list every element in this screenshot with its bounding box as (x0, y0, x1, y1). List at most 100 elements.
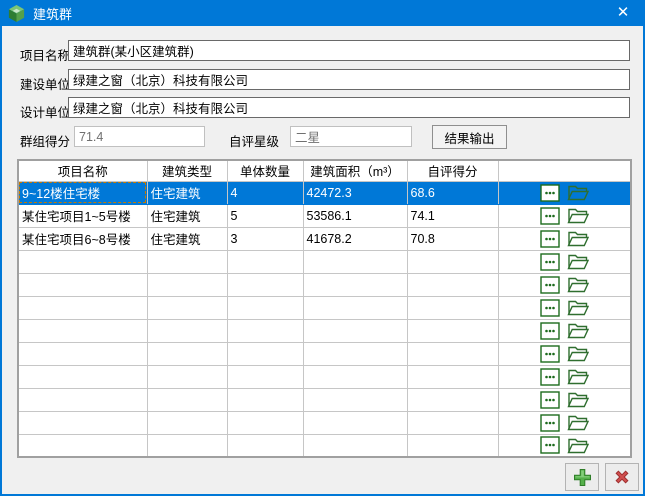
group-score-input (74, 126, 205, 147)
cell-self-score (407, 273, 498, 296)
delete-x-icon (613, 468, 631, 486)
plus-icon (573, 468, 592, 487)
folder-open-icon (567, 230, 589, 247)
row-detail-button[interactable] (540, 368, 560, 386)
cell-unit-count (227, 273, 303, 296)
export-results-button[interactable]: 结果输出 (432, 125, 507, 149)
row-detail-button[interactable] (540, 299, 560, 317)
cell-self-score: 68.6 (407, 181, 498, 204)
cell-unit-count: 5 (227, 204, 303, 227)
ellipsis-icon (540, 322, 560, 340)
row-detail-button[interactable] (540, 391, 560, 409)
table-row[interactable] (18, 342, 631, 365)
table-row[interactable] (18, 434, 631, 457)
cell-floor-area (303, 411, 407, 434)
row-open-button[interactable] (567, 368, 589, 385)
cell-floor-area (303, 342, 407, 365)
row-detail-button[interactable] (540, 414, 560, 432)
cell-unit-count (227, 250, 303, 273)
table-row[interactable]: 某住宅项目6~8号楼 住宅建筑 3 41678.2 70.8 (18, 227, 631, 250)
add-row-button[interactable] (565, 463, 599, 491)
cell-building-type (147, 388, 227, 411)
cell-building-type (147, 296, 227, 319)
row-open-button[interactable] (567, 345, 589, 362)
table-row[interactable]: 9~12楼住宅楼 住宅建筑 4 42472.3 68.6 (18, 181, 631, 204)
folder-open-icon (567, 299, 589, 316)
cell-unit-count: 4 (227, 181, 303, 204)
row-open-button[interactable] (567, 276, 589, 293)
folder-open-icon (567, 184, 589, 201)
cell-self-score: 74.1 (407, 204, 498, 227)
cell-project-name (18, 365, 147, 388)
row-detail-button[interactable] (540, 436, 560, 454)
row-open-button[interactable] (567, 322, 589, 339)
cell-building-type (147, 273, 227, 296)
folder-open-icon (567, 207, 589, 224)
cell-floor-area (303, 296, 407, 319)
table-row[interactable]: 某住宅项目1~5号楼 住宅建筑 5 53586.1 74.1 (18, 204, 631, 227)
row-open-button[interactable] (567, 414, 589, 431)
ellipsis-icon (540, 391, 560, 409)
cell-project-name: 某住宅项目6~8号楼 (18, 227, 147, 250)
ellipsis-icon (540, 253, 560, 271)
cell-self-score (407, 365, 498, 388)
cell-building-type (147, 411, 227, 434)
cell-building-type: 住宅建筑 (147, 227, 227, 250)
cell-unit-count (227, 411, 303, 434)
row-open-button[interactable] (567, 437, 589, 454)
table-header-row: 项目名称 建筑类型 单体数量 建筑面积（m³） 自评得分 (18, 160, 631, 181)
project-name-input[interactable] (68, 40, 630, 61)
cell-floor-area (303, 434, 407, 457)
cell-project-name (18, 296, 147, 319)
cell-actions (498, 227, 631, 250)
cell-building-type (147, 434, 227, 457)
folder-open-icon (567, 345, 589, 362)
row-detail-button[interactable] (540, 276, 560, 294)
close-button[interactable]: ✕ (603, 0, 643, 24)
col-header-floor-area: 建筑面积（m³） (303, 160, 407, 181)
table-row[interactable] (18, 388, 631, 411)
row-detail-button[interactable] (540, 207, 560, 225)
cell-actions (498, 273, 631, 296)
cell-building-type: 住宅建筑 (147, 181, 227, 204)
cell-floor-area: 42472.3 (303, 181, 407, 204)
cell-project-name (18, 250, 147, 273)
cell-project-name: 9~12楼住宅楼 (18, 181, 147, 204)
row-open-button[interactable] (567, 253, 589, 270)
cell-floor-area (303, 273, 407, 296)
row-detail-button[interactable] (540, 322, 560, 340)
row-open-button[interactable] (567, 230, 589, 247)
group-score-label: 群组得分 (20, 131, 70, 150)
cell-project-name (18, 273, 147, 296)
cell-actions (498, 411, 631, 434)
row-detail-button[interactable] (540, 253, 560, 271)
table-row[interactable] (18, 365, 631, 388)
window-title: 建筑群 (33, 4, 72, 23)
row-open-button[interactable] (567, 207, 589, 224)
row-detail-button[interactable] (540, 230, 560, 248)
row-detail-button[interactable] (540, 345, 560, 363)
ellipsis-icon (540, 345, 560, 363)
row-open-button[interactable] (567, 391, 589, 408)
row-open-button[interactable] (567, 184, 589, 201)
table-row[interactable] (18, 411, 631, 434)
table-row[interactable] (18, 296, 631, 319)
construction-unit-input[interactable] (68, 69, 630, 90)
cell-unit-count (227, 296, 303, 319)
table-row[interactable] (18, 319, 631, 342)
row-detail-button[interactable] (540, 184, 560, 202)
star-rating-input (290, 126, 412, 147)
row-open-button[interactable] (567, 299, 589, 316)
design-unit-input[interactable] (68, 97, 630, 118)
cell-project-name (18, 388, 147, 411)
design-unit-label: 设计单位 (20, 102, 70, 121)
cell-actions (498, 388, 631, 411)
folder-open-icon (567, 368, 589, 385)
cell-floor-area: 41678.2 (303, 227, 407, 250)
delete-row-button[interactable] (605, 463, 639, 491)
table-row[interactable] (18, 250, 631, 273)
project-name-label: 项目名称 (20, 45, 70, 64)
table-row[interactable] (18, 273, 631, 296)
cell-project-name (18, 319, 147, 342)
titlebar: 建筑群 ✕ (0, 0, 645, 26)
